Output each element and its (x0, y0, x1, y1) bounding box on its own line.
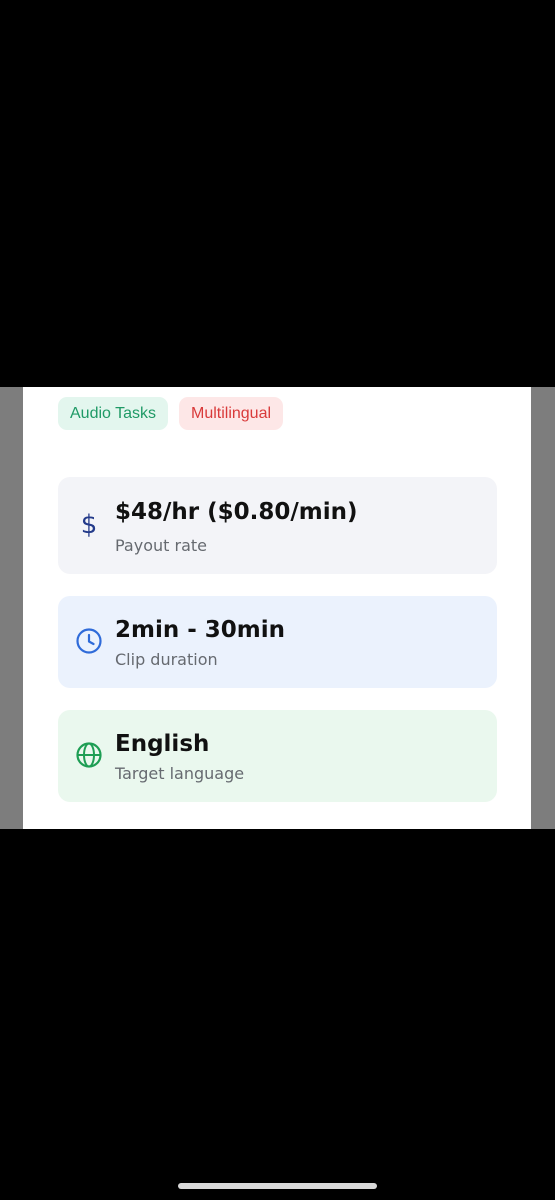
clip-duration-value: 2min - 30min (115, 617, 286, 643)
dollar-icon: $ (80, 510, 98, 540)
clip-duration-label: Clip duration (115, 650, 218, 669)
payout-rate-value: $48/hr ($0.80/min) (115, 499, 358, 525)
payout-rate-row: $ $48/hr ($0.80/min) Payout rate (58, 477, 497, 574)
tag-audio-tasks: Audio Tasks (58, 397, 168, 430)
target-language-label: Target language (115, 764, 245, 783)
home-indicator[interactable] (178, 1183, 377, 1189)
target-language-row: English Target language (58, 710, 497, 802)
payout-rate-label: Payout rate (115, 536, 207, 555)
target-language-value: English (115, 731, 210, 757)
tag-multilingual: Multilingual (178, 397, 284, 430)
clip-duration-row: 2min - 30min Clip duration (58, 596, 497, 688)
clock-icon (74, 626, 104, 656)
content-strip: Audio Tasks Multilingual $ $48/hr ($0.80… (0, 387, 555, 829)
screen: Audio Tasks Multilingual $ $48/hr ($0.80… (0, 0, 555, 1200)
globe-icon (74, 740, 104, 770)
task-details-card: Audio Tasks Multilingual $ $48/hr ($0.80… (23, 387, 531, 829)
tag-list: Audio Tasks Multilingual (58, 397, 284, 430)
